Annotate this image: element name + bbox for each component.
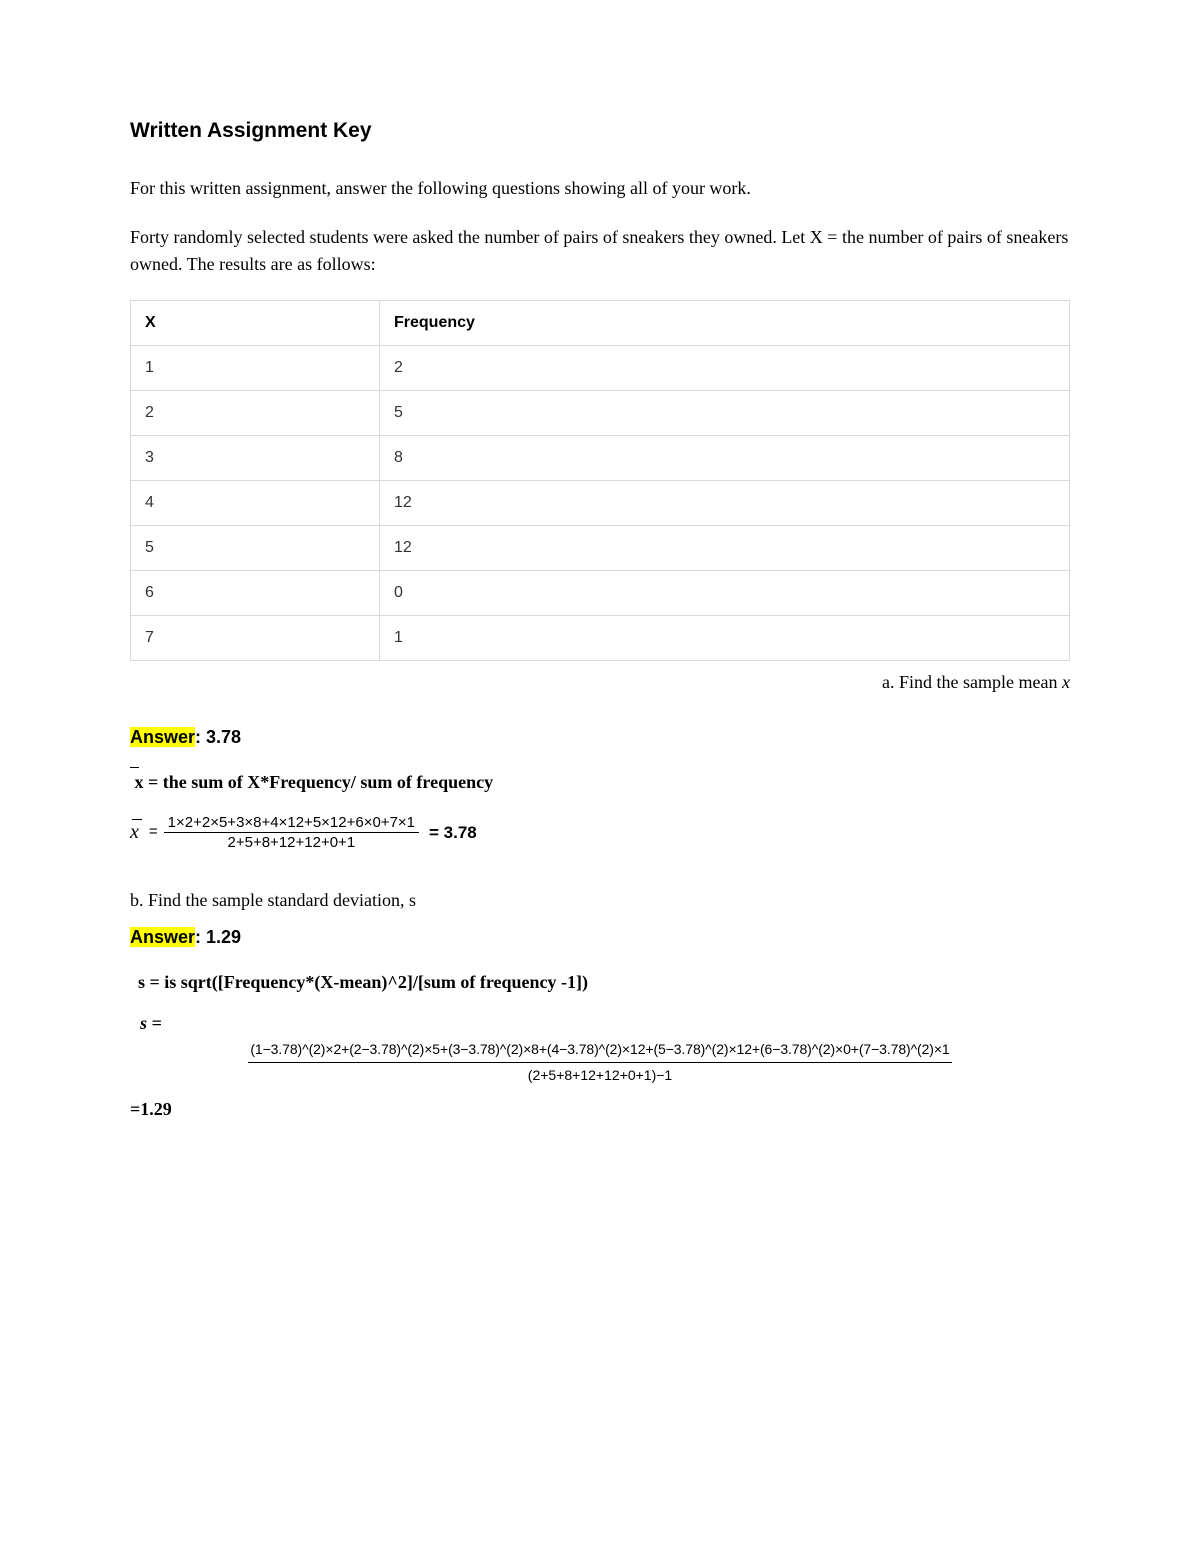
cell-x: 1 [131, 345, 380, 390]
table-row: 7 1 [131, 615, 1070, 660]
mean-definition: x = the sum of X*Frequency/ sum of frequ… [130, 769, 1070, 796]
table-header-frequency: Frequency [380, 300, 1070, 345]
question-a-variable: x [1062, 672, 1070, 692]
question-b: b. Find the sample standard deviation, s [130, 887, 1070, 914]
s-result: =1.29 [130, 1096, 1070, 1123]
document-page: Written Assignment Key For this written … [0, 0, 1200, 1183]
question-a: a. Find the sample mean x [130, 669, 1070, 696]
equals-icon: = [149, 821, 158, 844]
x-bar-icon [130, 769, 135, 796]
answer-a-value: : 3.78 [195, 727, 241, 747]
table-row: 5 12 [131, 525, 1070, 570]
cell-freq: 8 [380, 435, 1070, 480]
answer-label-highlight: Answer [130, 927, 195, 947]
s-definition: s = is sqrt([Frequency*(X-mean)^2]/[sum … [138, 969, 1070, 996]
mean-denominator: 2+5+8+12+12+0+1 [224, 833, 360, 851]
mean-numerator: 1×2+2×5+3×8+4×12+5×12+6×0+7×1 [164, 814, 419, 833]
cell-x: 4 [131, 480, 380, 525]
cell-x: 5 [131, 525, 380, 570]
frequency-table: X Frequency 1 2 2 5 3 8 4 [130, 300, 1070, 661]
table-row: 6 0 [131, 570, 1070, 615]
cell-x: 6 [131, 570, 380, 615]
cell-freq: 0 [380, 570, 1070, 615]
s-fraction: (1−3.78)^(2)×2+(2−3.78)^(2)×5+(3−3.78)^(… [130, 1039, 1070, 1086]
answer-b: Answer: 1.29 [130, 924, 1070, 951]
s-equals: s = [140, 1010, 1070, 1037]
table-row: 1 2 [131, 345, 1070, 390]
cell-freq: 12 [380, 525, 1070, 570]
mean-definition-text: x = the sum of X*Frequency/ sum of frequ… [135, 772, 494, 792]
s-numerator: (1−3.78)^(2)×2+(2−3.78)^(2)×5+(3−3.78)^(… [248, 1039, 951, 1063]
cell-freq: 2 [380, 345, 1070, 390]
cell-freq: 5 [380, 390, 1070, 435]
s-formula: s = (1−3.78)^(2)×2+(2−3.78)^(2)×5+(3−3.7… [130, 1010, 1070, 1086]
answer-b-value: : 1.29 [195, 927, 241, 947]
s-denominator: (2+5+8+12+12+0+1)−1 [528, 1063, 672, 1086]
cell-x: 3 [131, 435, 380, 480]
intro-paragraph: For this written assignment, answer the … [130, 175, 1070, 202]
answer-label-highlight: Answer [130, 727, 195, 747]
question-a-text: a. Find the sample mean [882, 672, 1062, 692]
cell-x: 2 [131, 390, 380, 435]
s-definition-text: s = is sqrt([Frequency*(X-mean)^2]/[sum … [138, 972, 588, 992]
page-title: Written Assignment Key [130, 115, 1070, 147]
cell-freq: 1 [380, 615, 1070, 660]
table-row: 4 12 [131, 480, 1070, 525]
prompt-paragraph: Forty randomly selected students were as… [130, 224, 1070, 278]
table-row: 3 8 [131, 435, 1070, 480]
cell-freq: 12 [380, 480, 1070, 525]
x-bar-symbol: x [130, 817, 139, 847]
table-row: 2 5 [131, 390, 1070, 435]
mean-fraction: 1×2+2×5+3×8+4×12+5×12+6×0+7×1 2+5+8+12+1… [164, 814, 419, 852]
mean-result: = 3.78 [429, 820, 477, 846]
frequency-table-wrap: X Frequency 1 2 2 5 3 8 4 [130, 300, 1070, 661]
table-header-x: X [131, 300, 380, 345]
answer-a: Answer: 3.78 [130, 724, 1070, 751]
mean-formula: x = 1×2+2×5+3×8+4×12+5×12+6×0+7×1 2+5+8+… [130, 814, 1070, 852]
cell-x: 7 [131, 615, 380, 660]
